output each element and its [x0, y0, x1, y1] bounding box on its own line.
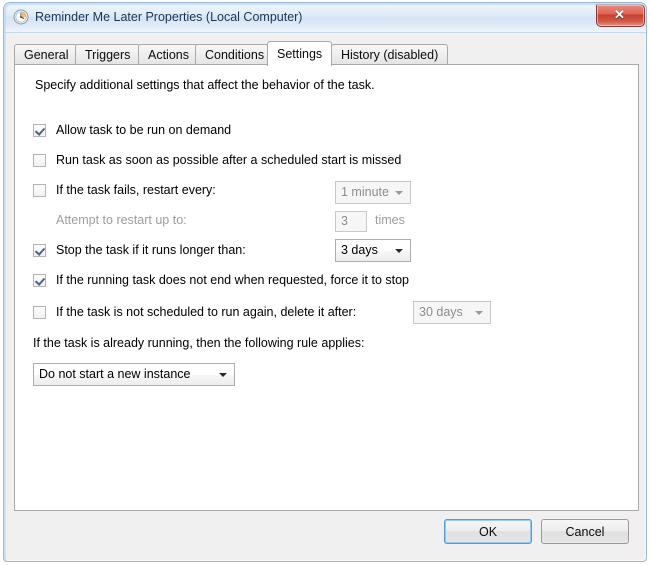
tab-actions[interactable]: Actions: [138, 44, 199, 65]
label-restart-count: Attempt to restart up to:: [56, 212, 187, 229]
combo-instance-rule-value: Do not start a new instance: [39, 364, 190, 385]
close-button[interactable]: ✕: [596, 4, 645, 27]
window-title: Reminder Me Later Properties (Local Comp…: [35, 9, 302, 25]
combo-delete-after[interactable]: 30 days: [413, 301, 491, 324]
clock-icon: [13, 9, 29, 25]
label-stop-if-longer: Stop the task if it runs longer than:: [56, 242, 246, 259]
label-delete-after: If the task is not scheduled to run agai…: [56, 304, 356, 321]
combo-stop-after[interactable]: 3 days: [335, 239, 411, 262]
properties-window: Reminder Me Later Properties (Local Comp…: [3, 2, 647, 562]
panel-description: Specify additional settings that affect …: [35, 78, 375, 92]
title-bar: Reminder Me Later Properties (Local Comp…: [4, 3, 647, 33]
chevron-down-icon: [395, 191, 403, 195]
checkbox-restart-on-failure[interactable]: [33, 184, 46, 197]
checkbox-stop-if-longer[interactable]: [33, 244, 46, 257]
label-restart-on-failure: If the task fails, restart every:: [56, 182, 216, 199]
combo-delete-after-value: 30 days: [419, 302, 463, 323]
chevron-down-icon: [219, 373, 227, 377]
label-run-on-demand: Allow task to be run on demand: [56, 122, 231, 139]
combo-instance-rule[interactable]: Do not start a new instance: [33, 363, 235, 386]
checkbox-run-asap[interactable]: [33, 154, 46, 167]
label-force-stop: If the running task does not end when re…: [56, 272, 409, 289]
input-restart-count-value: 3: [341, 212, 348, 231]
settings-panel: Specify additional settings that affect …: [14, 64, 639, 511]
tab-general[interactable]: General: [14, 44, 78, 65]
label-times-units: times: [375, 212, 405, 229]
cancel-button[interactable]: Cancel: [541, 519, 629, 544]
checkbox-run-on-demand[interactable]: [33, 124, 46, 137]
tab-triggers[interactable]: Triggers: [75, 44, 140, 65]
close-icon: ✕: [597, 5, 642, 24]
chevron-down-icon: [395, 249, 403, 253]
combo-restart-interval-value: 1 minute: [341, 182, 389, 203]
tab-history[interactable]: History (disabled): [331, 44, 448, 65]
input-restart-count[interactable]: 3: [335, 211, 367, 232]
label-instance-rule: If the task is already running, then the…: [33, 336, 364, 350]
combo-restart-interval[interactable]: 1 minute: [335, 181, 411, 204]
checkbox-force-stop[interactable]: [33, 274, 46, 287]
tab-settings[interactable]: Settings: [267, 41, 332, 66]
combo-stop-after-value: 3 days: [341, 240, 378, 261]
label-run-asap: Run task as soon as possible after a sch…: [56, 152, 401, 169]
checkbox-delete-after[interactable]: [33, 306, 46, 319]
ok-button[interactable]: OK: [444, 519, 532, 544]
chevron-down-icon: [475, 311, 483, 315]
tab-strip: General Triggers Actions Conditions Sett…: [14, 41, 638, 65]
tab-conditions[interactable]: Conditions: [195, 44, 274, 65]
